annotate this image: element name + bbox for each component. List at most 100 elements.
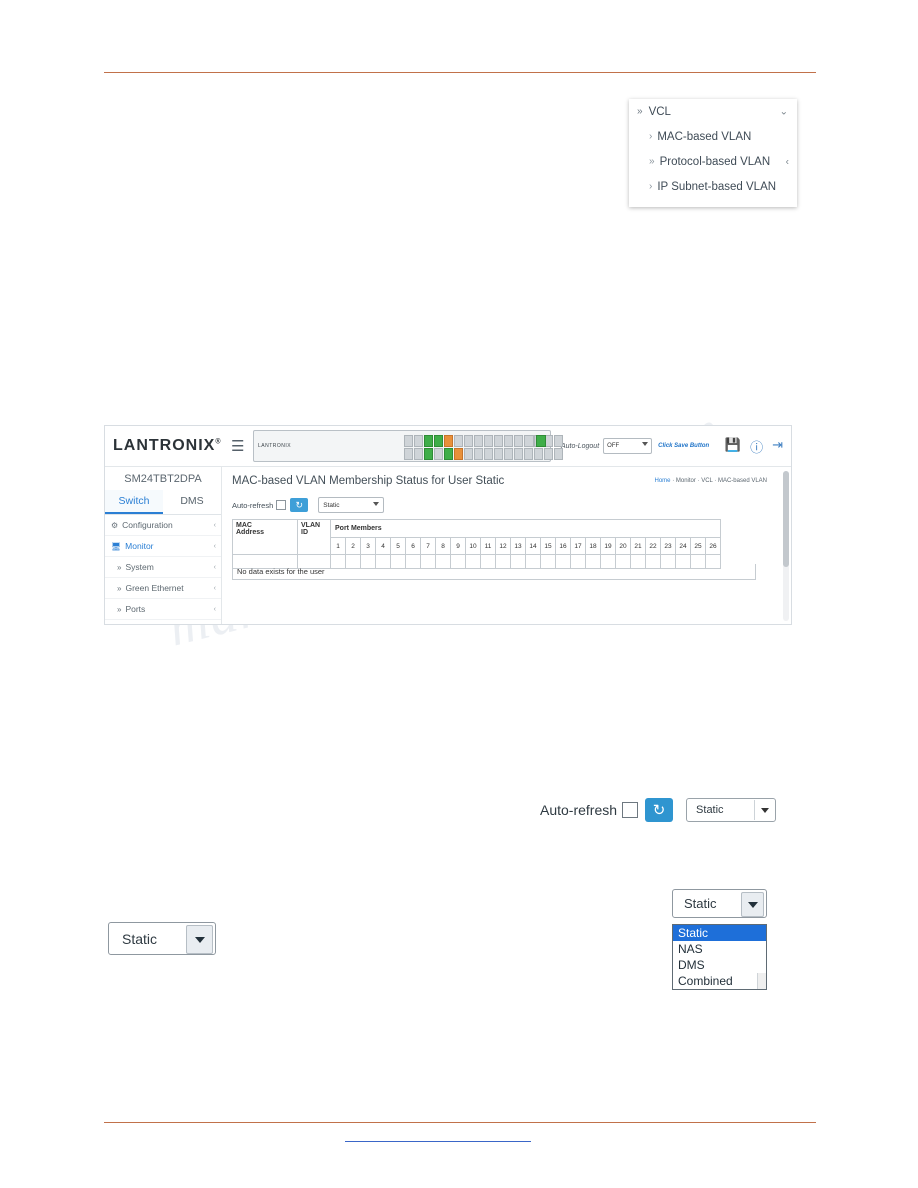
sidebar: SM24TBT2DPA Switch DMS ⚙ Configuration ‹… bbox=[105, 467, 222, 624]
breadcrumb: Home · Monitor · VCL · MAC-based VLAN bbox=[655, 478, 768, 484]
monitor-icon: 🖥 bbox=[111, 541, 122, 551]
refresh-icon[interactable]: ↻ bbox=[645, 798, 674, 822]
double-chevron-icon: » bbox=[117, 604, 122, 614]
user-type-select[interactable]: Static bbox=[318, 497, 385, 513]
port-number: 24 bbox=[675, 537, 691, 555]
auto-logout-select[interactable]: OFF bbox=[603, 438, 653, 454]
auto-refresh-checkbox[interactable] bbox=[276, 500, 287, 510]
chevron-right-icon: › bbox=[649, 181, 653, 192]
port-number: 21 bbox=[630, 537, 646, 555]
user-type-select[interactable]: Static bbox=[686, 798, 777, 822]
web-ui-screenshot: LANTRONIX® ☰ LANTRONIX Auto-Logout OFF C… bbox=[104, 425, 792, 625]
switch-front-panel-image: LANTRONIX bbox=[253, 430, 563, 462]
footer-rule bbox=[104, 1122, 816, 1123]
chevron-left-icon: ‹ bbox=[785, 156, 789, 167]
web-ui-body: SM24TBT2DPA Switch DMS ⚙ Configuration ‹… bbox=[105, 467, 791, 624]
menu-item-ip-subnet-based-vlan[interactable]: › IP Subnet-based VLAN bbox=[629, 174, 797, 199]
double-chevron-icon: » bbox=[117, 583, 122, 593]
double-chevron-icon: » bbox=[637, 106, 643, 117]
port-number: 17 bbox=[570, 537, 586, 555]
port-number: 22 bbox=[645, 537, 661, 555]
col-port-members: Port Members bbox=[330, 518, 721, 539]
refresh-icon[interactable]: ↻ bbox=[290, 498, 309, 512]
col-mac-address: MAC Address bbox=[232, 519, 298, 555]
document-page: manualshive .com » VCL ⌄ › MAC-based VLA… bbox=[0, 0, 918, 1188]
dropdown-option-static[interactable]: Static bbox=[673, 925, 766, 941]
topbar-icons: 💾 ⓘ ⇥ bbox=[725, 437, 791, 456]
port-number: 18 bbox=[585, 537, 601, 555]
dropdown-option-list: Static NAS DMS Combined bbox=[672, 924, 767, 990]
menu-item-label: MAC-based VLAN bbox=[657, 130, 752, 143]
tab-switch[interactable]: Switch bbox=[105, 490, 163, 514]
menu-item-label: Protocol-based VLAN bbox=[659, 155, 771, 168]
switch-uplink-leds bbox=[524, 435, 546, 447]
sidebar-item-ports[interactable]: » Ports ‹ bbox=[105, 599, 221, 620]
user-type-dropdown-open: Static Static NAS DMS Combined bbox=[672, 889, 767, 990]
hamburger-icon[interactable]: ☰ bbox=[231, 437, 247, 455]
sidebar-item-label: Configuration bbox=[122, 520, 173, 530]
auto-logout-value: OFF bbox=[607, 443, 620, 449]
port-number: 14 bbox=[525, 537, 541, 555]
header-rule bbox=[104, 72, 816, 73]
port-number: 2 bbox=[345, 537, 361, 555]
sidebar-item-configuration[interactable]: ⚙ Configuration ‹ bbox=[105, 515, 221, 536]
port-number: 20 bbox=[615, 537, 631, 555]
chevron-down-icon[interactable] bbox=[186, 925, 213, 954]
dropdown-option-combined[interactable]: Combined bbox=[673, 973, 766, 989]
vcl-menu-header[interactable]: » VCL ⌄ bbox=[629, 99, 797, 124]
dropdown-option-dms[interactable]: DMS bbox=[673, 957, 766, 973]
port-number: 23 bbox=[660, 537, 676, 555]
port-number: 9 bbox=[450, 537, 466, 555]
breadcrumb-path: · Monitor · VCL · MAC-based VLAN bbox=[672, 478, 767, 484]
auto-refresh-label: Auto-refresh bbox=[540, 802, 618, 818]
chevron-down-icon bbox=[642, 442, 649, 446]
mac-vlan-table: MAC Address VLAN ID Port Members 1 2 3 4 5… bbox=[232, 518, 721, 569]
port-number: 1 bbox=[330, 537, 346, 555]
chevron-left-icon: ‹ bbox=[213, 521, 216, 529]
sidebar-item-green-ethernet[interactable]: » Green Ethernet ‹ bbox=[105, 578, 221, 599]
menu-item-mac-based-vlan[interactable]: › MAC-based VLAN bbox=[629, 124, 797, 149]
sidebar-item-label: Monitor bbox=[125, 541, 154, 551]
dropdown-scrollbar[interactable] bbox=[757, 973, 766, 989]
chevron-down-icon[interactable] bbox=[741, 892, 764, 917]
detail-controls-row: Auto-refresh ↻ Static bbox=[540, 798, 777, 822]
dropdown-option-nas[interactable]: NAS bbox=[673, 941, 766, 957]
chevron-left-icon: ‹ bbox=[213, 584, 216, 592]
logout-icon[interactable]: ⇥ bbox=[772, 437, 783, 456]
auto-refresh-checkbox[interactable] bbox=[622, 802, 639, 818]
chevron-down-icon bbox=[373, 502, 380, 506]
help-icon[interactable]: ⓘ bbox=[750, 437, 763, 456]
sidebar-item-label: Green Ethernet bbox=[125, 583, 184, 593]
page-title: MAC-based VLAN Membership Status for Use… bbox=[232, 475, 505, 487]
chevron-down-icon bbox=[754, 800, 775, 820]
port-number: 5 bbox=[390, 537, 406, 555]
port-number: 25 bbox=[690, 537, 706, 555]
port-number: 8 bbox=[435, 537, 451, 555]
port-number: 16 bbox=[555, 537, 571, 555]
menu-item-protocol-based-vlan[interactable]: » Protocol-based VLAN ‹ bbox=[629, 149, 797, 174]
tab-dms[interactable]: DMS bbox=[163, 490, 221, 514]
click-save-hint: Click Save Button bbox=[658, 443, 710, 449]
breadcrumb-home[interactable]: Home bbox=[655, 478, 671, 484]
port-number: 13 bbox=[510, 537, 526, 555]
port-number: 26 bbox=[705, 537, 721, 555]
sidebar-item-label: Ports bbox=[125, 604, 146, 614]
main-content: MAC-based VLAN Membership Status for Use… bbox=[222, 467, 791, 624]
footer-link-underline bbox=[345, 1141, 531, 1142]
web-ui-topbar: LANTRONIX® ☰ LANTRONIX Auto-Logout OFF C… bbox=[105, 426, 791, 467]
col-vlan-id: VLAN ID bbox=[297, 519, 331, 555]
vcl-menu: » VCL ⌄ › MAC-based VLAN » Protocol-base… bbox=[629, 99, 797, 207]
scrollbar[interactable] bbox=[783, 471, 789, 621]
user-type-value: Static bbox=[122, 930, 158, 947]
dropdown-value: Static bbox=[684, 896, 717, 911]
sidebar-item-monitor[interactable]: 🖥 Monitor ‹ bbox=[105, 536, 221, 557]
sidebar-item-label: System bbox=[125, 562, 154, 572]
user-type-select-closed[interactable]: Static bbox=[108, 922, 216, 955]
save-icon[interactable]: 💾 bbox=[725, 437, 741, 456]
dropdown-header[interactable]: Static bbox=[672, 889, 767, 918]
auto-logout-label: Auto-Logout bbox=[561, 442, 600, 450]
port-number: 4 bbox=[375, 537, 391, 555]
sidebar-item-system[interactable]: » System ‹ bbox=[105, 557, 221, 578]
port-number: 6 bbox=[405, 537, 421, 555]
logo: LANTRONIX® bbox=[105, 437, 229, 455]
